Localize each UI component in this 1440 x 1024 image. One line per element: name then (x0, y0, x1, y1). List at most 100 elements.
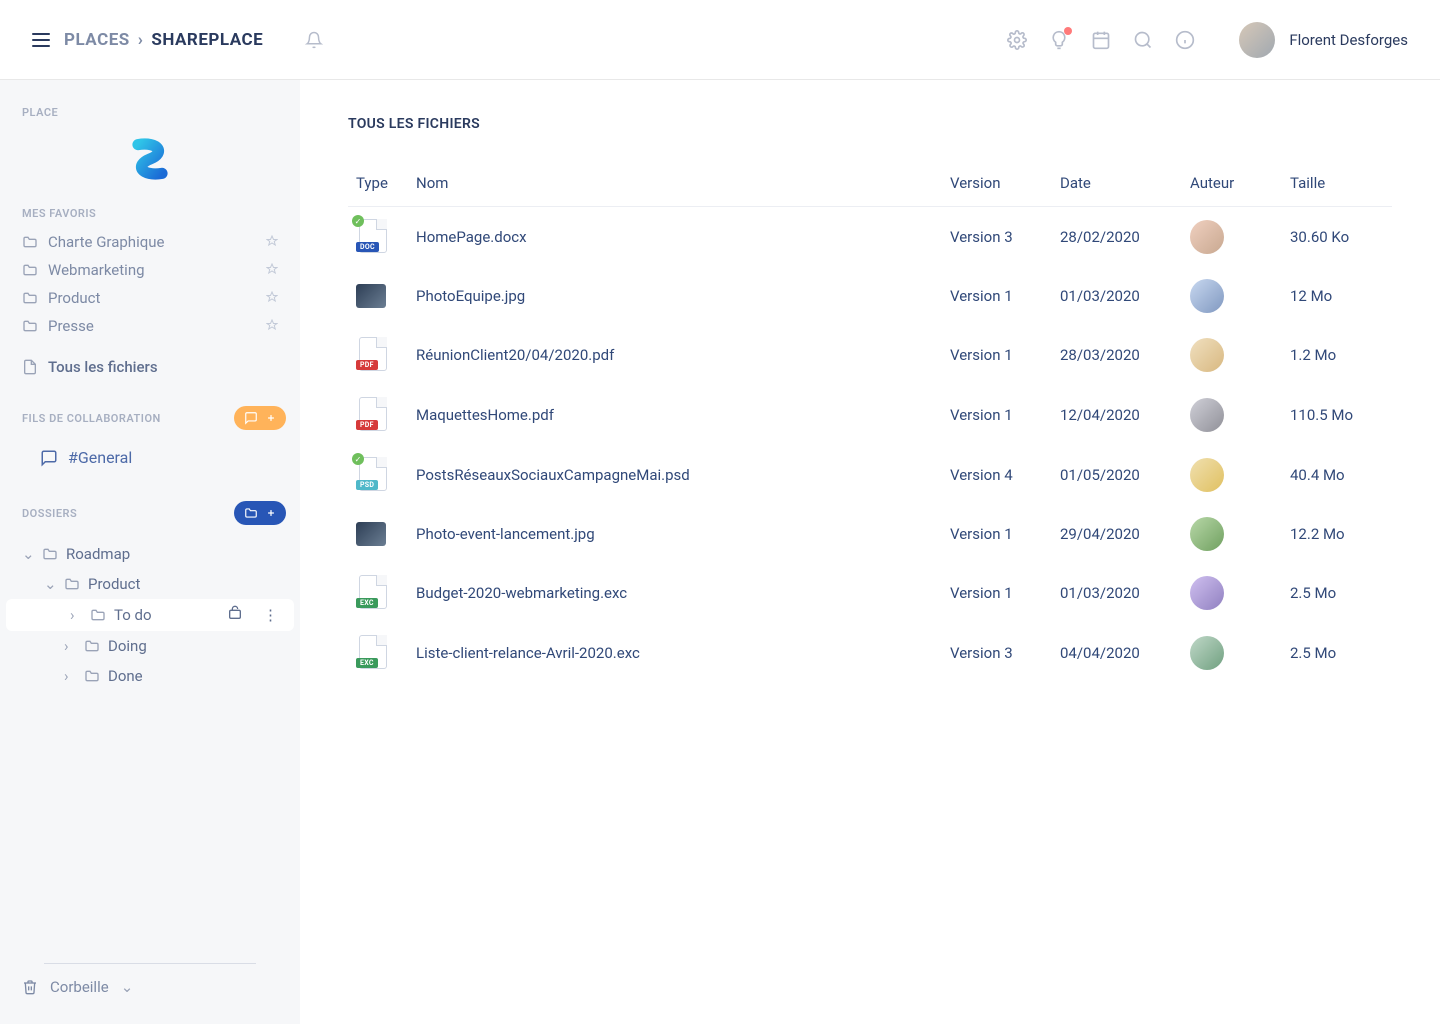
file-size: 2.5 Mo (1290, 644, 1336, 662)
file-pdf-icon: PDF (356, 337, 390, 373)
file-doc-icon: DOC✓ (356, 219, 390, 255)
place-logo[interactable] (0, 129, 300, 189)
col-type[interactable]: Type (348, 160, 408, 207)
chevron-down-icon: ⌄ (44, 575, 56, 593)
main-content: TOUS LES FICHIERS Type Nom Version Date … (300, 80, 1440, 1024)
file-date: 01/03/2020 (1060, 584, 1140, 602)
favorite-label: Webmarketing (48, 261, 145, 279)
files-table: Type Nom Version Date Auteur Taille DOC✓… (348, 160, 1392, 683)
file-psd-icon: PSD✓ (356, 457, 390, 493)
tree-product[interactable]: ⌄ Product (0, 569, 300, 599)
pin-icon[interactable] (266, 233, 278, 251)
col-name[interactable]: Nom (408, 160, 942, 207)
file-size: 12 Mo (1290, 287, 1332, 305)
file-date: 01/05/2020 (1060, 466, 1140, 484)
tree-roadmap[interactable]: ⌄ Roadmap (0, 539, 300, 569)
file-version: Version 4 (950, 466, 1013, 484)
col-size[interactable]: Taille (1282, 160, 1392, 207)
channel-general[interactable]: #General (0, 436, 300, 479)
file-version: Version 1 (950, 584, 1013, 602)
author-avatar (1190, 636, 1224, 670)
author-avatar (1190, 220, 1224, 254)
table-row[interactable]: EXC Liste-client-relance-Avril-2020.exc Ve… (348, 623, 1392, 683)
tree-leaf[interactable]: ›To do⋮ (6, 599, 294, 631)
image-thumb-icon (356, 522, 386, 546)
header: PLACES › SHAREPLACE Florent Desforges (0, 0, 1440, 80)
tree-root-label: Roadmap (66, 545, 130, 563)
breadcrumb-root[interactable]: PLACES (64, 30, 130, 50)
tree-leaf[interactable]: ›Doing (0, 631, 300, 661)
user-menu[interactable]: Florent Desforges (1239, 22, 1408, 58)
chevron-down-icon: ⌄ (121, 978, 134, 996)
file-date: 04/04/2020 (1060, 644, 1140, 662)
pin-icon[interactable] (266, 317, 278, 335)
file-version: Version 3 (950, 228, 1013, 246)
calendar-icon[interactable] (1091, 30, 1111, 50)
file-name: RéunionClient20/04/2020.pdf (416, 346, 614, 364)
file-name: Photo-event-lancement.jpg (416, 525, 595, 543)
table-row[interactable]: Photo-event-lancement.jpgVersion 129/04/… (348, 505, 1392, 563)
collab-label: FILS DE COLLABORATION (22, 412, 161, 425)
pin-icon[interactable] (266, 261, 278, 279)
table-row[interactable]: DOC✓HomePage.docxVersion 328/02/202030.6… (348, 207, 1392, 268)
trash-button[interactable]: Corbeille ⌄ (22, 978, 278, 996)
author-avatar (1190, 517, 1224, 551)
file-version: Version 3 (950, 644, 1013, 662)
col-date[interactable]: Date (1052, 160, 1182, 207)
col-author[interactable]: Auteur (1182, 160, 1282, 207)
check-icon: ✓ (352, 453, 364, 465)
table-row[interactable]: PSD✓ PostsRéseauxSociauxCampagneMai.psd Ve… (348, 445, 1392, 505)
favorite-item[interactable]: Charte Graphique (0, 228, 300, 256)
file-version: Version 1 (950, 406, 1013, 424)
favorite-item[interactable]: Product (0, 284, 300, 312)
pin-icon[interactable] (266, 289, 278, 307)
table-row[interactable]: PDFMaquettesHome.pdfVersion 112/04/20201… (348, 385, 1392, 445)
favorite-item[interactable]: Webmarketing (0, 256, 300, 284)
file-size: 110.5 Mo (1290, 406, 1353, 424)
menu-toggle[interactable] (32, 33, 50, 47)
gear-icon[interactable] (1007, 30, 1027, 50)
file-version: Version 1 (950, 346, 1013, 364)
author-avatar (1190, 458, 1224, 492)
file-date: 01/03/2020 (1060, 287, 1140, 305)
author-avatar (1190, 279, 1224, 313)
add-channel-button[interactable] (234, 406, 286, 430)
file-exc-icon: EXC (356, 635, 390, 671)
file-name: PostsRéseauxSociauxCampagneMai.psd (416, 466, 690, 484)
bell-icon[interactable] (305, 31, 323, 49)
tree-child-label: Product (88, 575, 140, 593)
sidebar: PLACE MES FAVORIS Charte GraphiqueWebmar… (0, 80, 300, 1024)
table-row[interactable]: PDFRéunionClient20/04/2020.pdfVersion 12… (348, 325, 1392, 385)
channel-label: #General (68, 448, 132, 467)
table-row[interactable]: PhotoEquipe.jpgVersion 101/03/202012 Mo (348, 267, 1392, 325)
sidebar-all-files[interactable]: Tous les fichiers (0, 340, 300, 384)
tree-leaf-label: Doing (108, 637, 147, 655)
tree-leaf-label: Done (108, 667, 143, 685)
share-icon[interactable] (227, 605, 243, 625)
page-title: TOUS LES FICHIERS (348, 116, 1392, 132)
favorite-label: Presse (48, 317, 94, 335)
col-version[interactable]: Version (942, 160, 1052, 207)
breadcrumb-app[interactable]: SHAREPLACE (151, 30, 263, 50)
file-name: Liste-client-relance-Avril-2020.exc (416, 644, 640, 662)
idea-icon[interactable] (1049, 30, 1069, 50)
file-exc-icon: EXC (356, 575, 390, 611)
chevron-right-icon: › (70, 606, 82, 624)
table-row[interactable]: EXC Budget-2020-webmarketing.exc Version 1… (348, 563, 1392, 623)
add-folder-button[interactable] (234, 501, 286, 525)
tree-leaf[interactable]: ›Done (0, 661, 300, 691)
place-label: PLACE (0, 106, 300, 119)
info-icon[interactable] (1175, 30, 1195, 50)
file-size: 30.60 Ko (1290, 228, 1349, 246)
author-avatar (1190, 398, 1224, 432)
file-date: 12/04/2020 (1060, 406, 1140, 424)
file-name: Budget-2020-webmarketing.exc (416, 584, 627, 602)
image-thumb-icon (356, 284, 386, 308)
file-size: 40.4 Mo (1290, 466, 1345, 484)
file-date: 28/02/2020 (1060, 228, 1140, 246)
avatar (1239, 22, 1275, 58)
kebab-icon[interactable]: ⋮ (259, 606, 282, 624)
favorite-item[interactable]: Presse (0, 312, 300, 340)
author-avatar (1190, 576, 1224, 610)
search-icon[interactable] (1133, 30, 1153, 50)
